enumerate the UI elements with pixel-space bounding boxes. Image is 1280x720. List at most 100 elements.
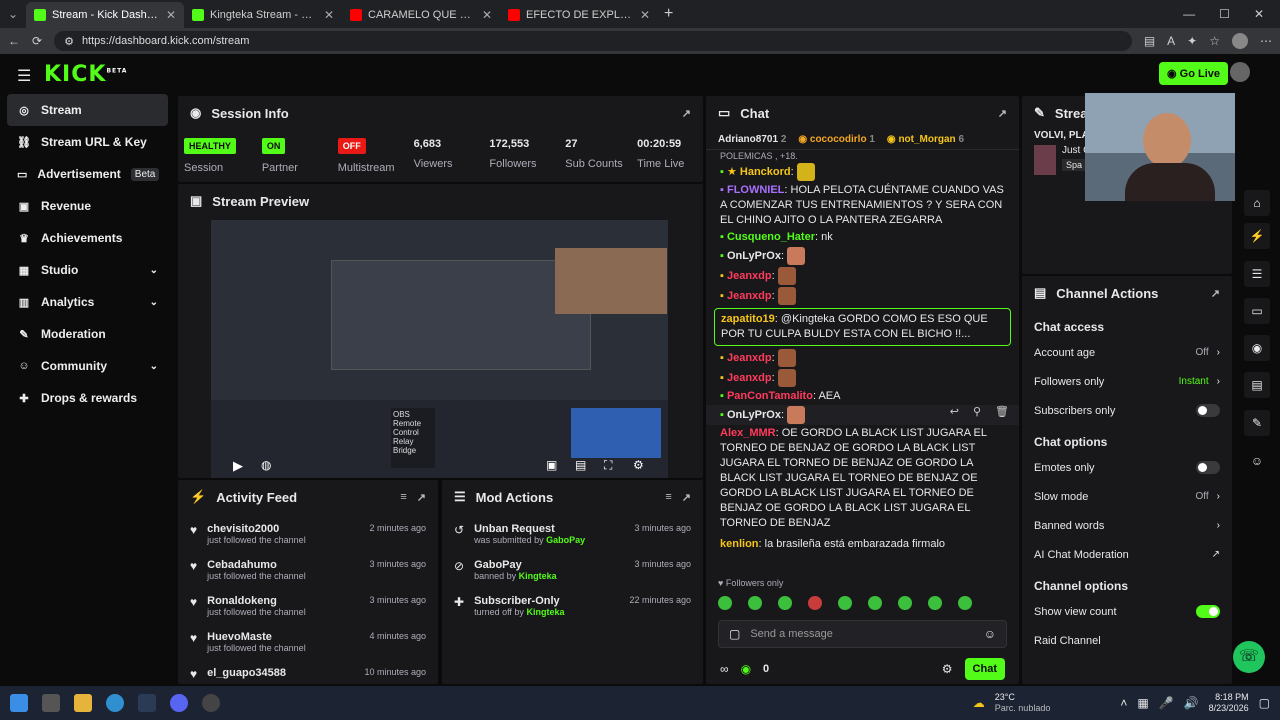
rail-people-icon[interactable]: ☺	[1244, 448, 1270, 474]
menu-icon[interactable]: ☰	[17, 66, 31, 86]
close-window-icon[interactable]: ✕	[1254, 7, 1264, 21]
emote-icon[interactable]	[928, 596, 942, 610]
browser-tab-2[interactable]: Kingteka Stream - Watch Live on K ✕	[184, 2, 342, 28]
emotes-only-toggle[interactable]	[1196, 461, 1220, 474]
sidebar-item-achievements[interactable]: ♛ Achievements	[7, 222, 168, 254]
emote-icon[interactable]	[868, 596, 882, 610]
mod-user[interactable]: Kingteka	[519, 571, 557, 581]
avatar[interactable]	[1230, 62, 1250, 82]
chat-username[interactable]: Jeanxdp	[727, 352, 772, 364]
setting-banned-words[interactable]: Banned words ›	[1022, 511, 1232, 540]
close-tab-icon[interactable]: ✕	[482, 8, 492, 22]
notifications-icon[interactable]: ▢	[1259, 696, 1270, 710]
setting-slow-mode[interactable]: Slow mode Off ›	[1022, 482, 1232, 511]
sidebar-item-advertisement[interactable]: ▭ Advertisement Beta	[7, 158, 168, 190]
emote-icon[interactable]	[808, 596, 822, 610]
filter-icon[interactable]: ≡	[400, 491, 406, 503]
popout-icon[interactable]: ↗	[417, 491, 426, 504]
popout-icon[interactable]: ↗	[682, 491, 691, 504]
mic-icon[interactable]: 🎤	[1159, 696, 1174, 710]
aa-icon[interactable]: A	[1167, 34, 1175, 48]
settings-icon[interactable]: ⚙	[633, 458, 644, 472]
emote-icon[interactable]	[898, 596, 912, 610]
back-icon[interactable]: ←	[8, 34, 20, 48]
windows-start-icon[interactable]	[10, 694, 28, 712]
reply-icon[interactable]: ↩	[950, 405, 959, 420]
close-tab-icon[interactable]: ✕	[640, 8, 650, 22]
chat-username[interactable]: zapatito19	[721, 313, 775, 325]
pip-icon[interactable]: ▣	[546, 458, 557, 472]
emote-icon[interactable]	[838, 596, 852, 610]
discord-icon[interactable]	[170, 694, 188, 712]
mute-icon[interactable]: ◍	[261, 458, 271, 472]
chat-username[interactable]: OnLyPrOx	[727, 409, 781, 421]
infinity-icon[interactable]: ∞	[720, 662, 729, 676]
chat-username[interactable]: PanConTamalito	[727, 390, 813, 402]
setting-ai-moderation[interactable]: AI Chat Moderation ↗	[1022, 540, 1232, 569]
popout-icon[interactable]: ↗	[1211, 287, 1220, 300]
chat-username[interactable]: OnLyPrOx	[727, 250, 781, 262]
rail-list-icon[interactable]: ☰	[1244, 261, 1270, 287]
sidebar-item-revenue[interactable]: ▣ Revenue	[7, 190, 168, 222]
rail-expand-icon[interactable]: ⌂	[1244, 190, 1270, 216]
extensions-icon[interactable]: ✦	[1187, 34, 1197, 48]
chat-username[interactable]: Jeanxdp	[727, 372, 772, 384]
rail-radio-icon[interactable]: ◉	[1244, 335, 1270, 361]
setting-account-age[interactable]: Account age Off ›	[1022, 338, 1232, 367]
tab-list-icon[interactable]: ⌄	[0, 7, 26, 21]
chat-send-button[interactable]: Chat	[964, 658, 1005, 680]
top-user[interactable]: ◉ cococodirlo 1	[798, 134, 875, 145]
emote-icon[interactable]	[778, 596, 792, 610]
network-icon[interactable]: ▦	[1137, 696, 1148, 710]
go-live-button[interactable]: ◉ Go Live	[1159, 62, 1228, 85]
profile-icon[interactable]	[1232, 33, 1248, 49]
sidebar-item-stream-url[interactable]: ⛓ Stream URL & Key	[7, 126, 168, 158]
clock[interactable]: 8:18 PM 8/23/2026	[1209, 692, 1249, 714]
maximize-icon[interactable]: ☐	[1219, 7, 1230, 21]
chat-input[interactable]: ▢ Send a message ☺	[718, 620, 1007, 648]
subscribers-only-toggle[interactable]	[1196, 404, 1220, 417]
browser-tab-3[interactable]: CARAMELO QUE LE FALTA A TU P ✕	[342, 2, 500, 28]
emote-icon[interactable]	[958, 596, 972, 610]
edge-icon[interactable]	[106, 694, 124, 712]
sidebar-item-community[interactable]: ☺ Community ⌄	[7, 350, 168, 382]
sidebar-item-stream[interactable]: ◎ Stream	[7, 94, 168, 126]
emote-icon[interactable]	[718, 596, 732, 610]
sidebar-item-drops[interactable]: ✚ Drops & rewards	[7, 382, 168, 414]
settings-icon[interactable]: ⚙	[942, 662, 953, 676]
browser-tab-1[interactable]: Stream - Kick Dashboard ✕	[26, 2, 184, 28]
browser-tab-4[interactable]: EFECTO DE EXPLOSION (DJ) - YouT ✕	[500, 2, 658, 28]
close-tab-icon[interactable]: ✕	[324, 8, 334, 22]
delete-icon[interactable]: 🗑	[995, 405, 1009, 420]
setting-raid-channel[interactable]: Raid Channel	[1022, 626, 1232, 655]
stream-video[interactable]: OBS Remote Control Relay Bridge ▶ ◍ ▣ ▤ …	[211, 220, 668, 478]
sidebar-item-studio[interactable]: ▦ Studio ⌄	[7, 254, 168, 286]
task-view-icon[interactable]	[42, 694, 60, 712]
close-tab-icon[interactable]: ✕	[166, 8, 176, 22]
chat-username[interactable]: Cusqueno_Hater	[727, 231, 815, 243]
play-icon[interactable]: ▶	[233, 458, 243, 474]
emote-icon[interactable]	[748, 596, 762, 610]
popout-icon[interactable]: ↗	[998, 107, 1007, 120]
theater-icon[interactable]: ▤	[575, 458, 586, 472]
sidebar-item-moderation[interactable]: ✎ Moderation	[7, 318, 168, 350]
favorites-icon[interactable]: ☆	[1209, 34, 1220, 48]
support-chat-icon[interactable]: ☏	[1233, 641, 1265, 673]
steam-icon[interactable]	[138, 694, 156, 712]
fullscreen-icon[interactable]: ⛶	[604, 458, 612, 473]
rail-server-icon[interactable]: ▤	[1244, 372, 1270, 398]
top-user[interactable]: Adriano8701 2	[718, 134, 786, 145]
pin-icon[interactable]: ⚲	[973, 405, 981, 420]
show-view-count-toggle[interactable]	[1196, 605, 1220, 618]
emoji-icon[interactable]: ☺	[984, 627, 996, 641]
setting-followers-only[interactable]: Followers only Instant ›	[1022, 367, 1232, 396]
reader-icon[interactable]: ▤	[1144, 34, 1155, 48]
url-input[interactable]: ⚙ https://dashboard.kick.com/stream	[54, 31, 1132, 51]
chat-username[interactable]: Jeanxdp	[727, 290, 772, 302]
filter-icon[interactable]: ≡	[665, 491, 671, 503]
obs-icon[interactable]	[202, 694, 220, 712]
more-icon[interactable]: ⋯	[1260, 34, 1272, 48]
chat-username[interactable]: kenlion	[720, 538, 759, 550]
mod-user[interactable]: GaboPay	[546, 535, 585, 545]
tray-chevron-icon[interactable]: ˄	[1120, 696, 1127, 710]
